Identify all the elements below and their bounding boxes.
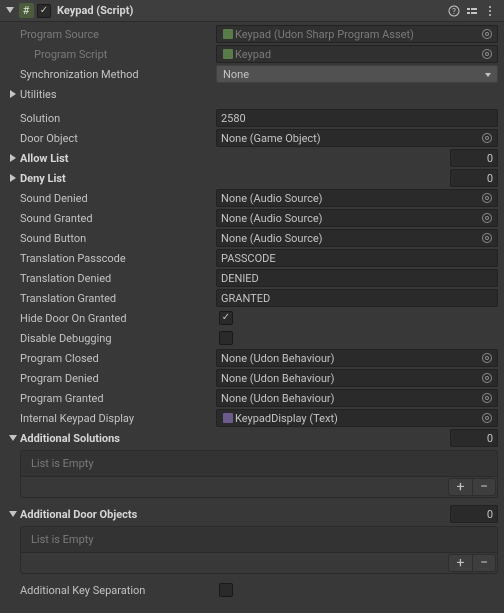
list-remove-button[interactable]: −: [472, 554, 496, 572]
translation-denied-label: Translation Denied: [20, 272, 216, 285]
allow-list-foldout[interactable]: [6, 154, 20, 162]
sound-button-field[interactable]: None (Audio Source): [216, 229, 498, 247]
additional-key-separation-checkbox[interactable]: [219, 583, 233, 597]
additional-key-separation-label: Additional Key Separation: [20, 584, 216, 597]
list-remove-button[interactable]: −: [472, 478, 496, 496]
internal-keypad-display-field[interactable]: KeypadDisplay (Text): [216, 409, 498, 427]
sync-method-dropdown[interactable]: None: [216, 65, 498, 83]
program-closed-field[interactable]: None (Udon Behaviour): [216, 349, 498, 367]
translation-denied-input[interactable]: DENIED: [216, 269, 498, 287]
object-picker-icon[interactable]: [479, 410, 495, 426]
additional-solutions-label: Additional Solutions: [20, 432, 450, 445]
translation-granted-input[interactable]: GRANTED: [216, 289, 498, 307]
program-script-label: Program Script: [34, 48, 216, 61]
program-granted-label: Program Granted: [20, 392, 216, 405]
additional-door-objects-label: Additional Door Objects: [20, 508, 450, 521]
svg-text:?: ?: [452, 7, 456, 16]
sound-denied-label: Sound Denied: [20, 192, 216, 205]
deny-list-foldout[interactable]: [6, 174, 20, 182]
translation-passcode-label: Translation Passcode: [20, 252, 216, 265]
component-title: Keypad (Script): [57, 4, 444, 17]
disable-debugging-label: Disable Debugging: [20, 332, 216, 345]
additional-door-objects-foldout[interactable]: [6, 510, 20, 518]
list-add-button[interactable]: +: [448, 554, 472, 572]
program-denied-field[interactable]: None (Udon Behaviour): [216, 369, 498, 387]
object-picker-icon[interactable]: [479, 390, 495, 406]
deny-list-count[interactable]: 0: [450, 169, 498, 187]
additional-door-objects-list: List is Empty + −: [20, 526, 498, 574]
allow-list-label: Allow List: [20, 152, 216, 165]
sound-granted-label: Sound Granted: [20, 212, 216, 225]
program-denied-label: Program Denied: [20, 372, 216, 385]
door-object-field[interactable]: None (Game Object): [216, 129, 498, 147]
internal-keypad-display-label: Internal Keypad Display: [20, 412, 216, 425]
additional-door-objects-count[interactable]: 0: [450, 505, 498, 523]
object-picker-icon[interactable]: [479, 350, 495, 366]
script-asset-icon: [221, 49, 235, 59]
sound-granted-field[interactable]: None (Audio Source): [216, 209, 498, 227]
sound-denied-field[interactable]: None (Audio Source): [216, 189, 498, 207]
help-icon[interactable]: ?: [446, 3, 462, 19]
object-picker-icon[interactable]: [479, 26, 495, 42]
context-menu-icon[interactable]: [482, 3, 498, 19]
preset-icon[interactable]: [464, 3, 480, 19]
list-empty-text: List is Empty: [21, 451, 497, 476]
program-closed-label: Program Closed: [20, 352, 216, 365]
translation-passcode-input[interactable]: PASSCODE: [216, 249, 498, 267]
program-granted-field[interactable]: None (Udon Behaviour): [216, 389, 498, 407]
script-icon: #: [18, 3, 34, 19]
additional-solutions-list: List is Empty + −: [20, 450, 498, 498]
solution-label: Solution: [20, 112, 216, 125]
deny-list-label: Deny List: [20, 172, 216, 185]
list-empty-text: List is Empty: [21, 527, 497, 552]
object-picker-icon[interactable]: [479, 130, 495, 146]
hide-door-label: Hide Door On Granted: [20, 312, 216, 325]
additional-solutions-count[interactable]: 0: [450, 429, 498, 447]
utilities-foldout[interactable]: [6, 90, 20, 98]
foldout-toggle[interactable]: [6, 7, 18, 15]
disable-debugging-checkbox[interactable]: [219, 331, 233, 345]
door-object-label: Door Object: [20, 132, 216, 145]
program-source-field: Keypad (Udon Sharp Program Asset): [216, 25, 498, 43]
translation-granted-label: Translation Granted: [20, 292, 216, 305]
utilities-label: Utilities: [20, 88, 57, 101]
object-picker-icon[interactable]: [479, 230, 495, 246]
object-picker-icon[interactable]: [479, 190, 495, 206]
program-source-label: Program Source: [20, 28, 216, 41]
sync-method-label: Synchronization Method: [20, 68, 216, 81]
component-enabled-checkbox[interactable]: [37, 4, 51, 18]
additional-solutions-foldout[interactable]: [6, 434, 20, 442]
allow-list-count[interactable]: 0: [450, 149, 498, 167]
component-header[interactable]: # Keypad (Script) ?: [0, 0, 504, 22]
hide-door-checkbox[interactable]: [219, 311, 233, 325]
asset-icon: [221, 29, 235, 39]
text-component-icon: [221, 413, 235, 423]
list-add-button[interactable]: +: [448, 478, 472, 496]
object-picker-icon[interactable]: [479, 210, 495, 226]
object-picker-icon[interactable]: [479, 46, 495, 62]
program-script-field: Keypad: [216, 45, 498, 63]
sound-button-label: Sound Button: [20, 232, 216, 245]
object-picker-icon[interactable]: [479, 370, 495, 386]
solution-input[interactable]: 2580: [216, 109, 498, 127]
